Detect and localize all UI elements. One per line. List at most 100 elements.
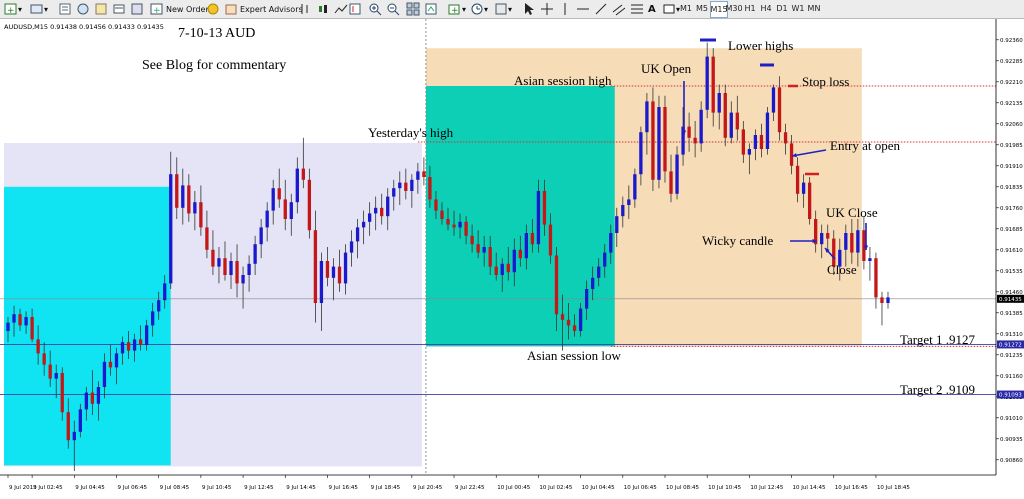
new-order-button[interactable]: + New Order	[150, 1, 209, 17]
lower-highs-label: Lower highs	[728, 38, 793, 53]
line-chart-icon[interactable]	[334, 1, 348, 17]
candle	[657, 95, 661, 189]
price-tick-label: 0.90860	[1000, 458, 1023, 464]
price-tick-label: 0.91760	[1000, 206, 1023, 212]
metaeditor-icon[interactable]	[206, 1, 220, 17]
price-tick-label: 0.90935	[1000, 437, 1023, 443]
time-tick-label: 10 Jul 02:45	[539, 485, 572, 491]
expert-advisors-icon	[225, 4, 237, 15]
candlestick-icon[interactable]	[316, 1, 330, 17]
svg-text:+: +	[7, 6, 15, 16]
data-window-icon[interactable]	[76, 1, 90, 17]
periods-icon[interactable]: ▾	[470, 1, 488, 17]
price-tick-label: 0.92360	[1000, 38, 1023, 44]
time-tick-label: 10 Jul 12:45	[750, 485, 783, 491]
time-tick-label: 10 Jul 16:45	[835, 485, 868, 491]
timeframe-m30-button[interactable]: M30	[725, 1, 742, 16]
price-tick-label: 0.91235	[1000, 353, 1023, 359]
new-order-icon: +	[150, 3, 163, 16]
time-tick-label: 10 Jul 18:45	[877, 485, 910, 491]
price-tick-label: 0.91985	[1000, 143, 1023, 149]
price-tick-label: 0.92060	[1000, 122, 1023, 128]
time-tick-label: 9 Jul 10:45	[202, 485, 232, 491]
uk-close-label: UK Close	[826, 205, 878, 220]
candle	[663, 95, 667, 183]
channel-icon[interactable]	[612, 1, 626, 17]
bar-chart-icon[interactable]	[298, 1, 312, 17]
price-tick-label: 0.91610	[1000, 248, 1023, 254]
timeframe-w1-button[interactable]: W1	[790, 1, 806, 16]
uk-open-label: UK Open	[641, 61, 692, 76]
price-tick-label: 0.91310	[1000, 332, 1023, 338]
target1-price-label: 0.91272	[999, 342, 1022, 348]
zoom-in-icon[interactable]	[368, 1, 382, 17]
time-tick-label: 9 Jul 16:45	[328, 485, 358, 491]
zoom-out-icon[interactable]	[386, 1, 400, 17]
price-tick-label: 0.92135	[1000, 101, 1023, 107]
price-tick-label: 0.91910	[1000, 164, 1023, 170]
price-tick-label: 0.91160	[1000, 374, 1023, 380]
timeframe-d1-button[interactable]: D1	[774, 1, 790, 16]
new-chart-icon[interactable]: + ▾	[4, 1, 22, 17]
target2-price-label: 0.91093	[999, 393, 1022, 399]
price-tick-label: 0.91535	[1000, 269, 1023, 275]
time-tick-label: 10 Jul 14:45	[793, 485, 826, 491]
candle	[651, 87, 655, 191]
timeframe-h4-button[interactable]: H4	[758, 1, 774, 16]
time-tick-label: 9 Jul 06:45	[117, 485, 147, 491]
time-tick-label: 10 Jul 04:45	[582, 485, 615, 491]
price-tick-label: 0.92285	[1000, 59, 1023, 65]
price-tick-label: 0.91010	[1000, 416, 1023, 422]
time-tick-label: 9 Jul 02:45	[33, 485, 63, 491]
date-title: 7-10-13 AUD	[178, 26, 255, 41]
price-tick-label: 0.92210	[1000, 80, 1023, 86]
price-tick-label: 0.91835	[1000, 185, 1023, 191]
strategy-tester-icon[interactable]	[130, 1, 144, 17]
timeframe-mn-button[interactable]: MN	[806, 1, 822, 16]
asian-session-low-label: Asian session low	[527, 348, 622, 363]
svg-text:+: +	[153, 6, 161, 16]
price-tick-label: 0.91385	[1000, 311, 1023, 317]
cursor-icon[interactable]	[522, 1, 536, 17]
time-tick-label: 9 Jul 20:45	[413, 485, 443, 491]
crosshair-icon[interactable]	[540, 1, 554, 17]
close-label: Close	[827, 262, 857, 277]
timeframe-h1-button[interactable]: H1	[742, 1, 758, 16]
templates-icon[interactable]: ▾	[494, 1, 512, 17]
time-tick-label: 9 Jul 12:45	[244, 485, 274, 491]
target1-label: Target 1 .9127	[900, 332, 976, 347]
time-tick-label: 9 Jul 04:45	[75, 485, 105, 491]
time-tick-label: 10 Jul 10:45	[708, 485, 741, 491]
timeframe-m1-button[interactable]: M1	[678, 1, 694, 16]
chart-window[interactable]: 0.92360 0.92285 0.92210 0.92135 0.92060 0.919…	[0, 19, 1024, 495]
entry-at-open-label: Entry at open	[830, 138, 901, 153]
asian-session-high-label: Asian session high	[514, 73, 612, 88]
trendline-icon[interactable]	[594, 1, 608, 17]
terminal-icon[interactable]	[112, 1, 126, 17]
time-tick-label: 10 Jul 06:45	[624, 485, 657, 491]
profiles-icon[interactable]: ▾	[30, 1, 48, 17]
fibonacci-icon[interactable]	[630, 1, 644, 17]
wicky-candle-label: Wicky candle	[702, 233, 774, 248]
chart-shift-icon[interactable]	[348, 1, 362, 17]
time-tick-label: 9 Jul 14:45	[286, 485, 316, 491]
auto-scroll-icon[interactable]	[424, 1, 438, 17]
market-watch-icon[interactable]	[58, 1, 72, 17]
time-tick-label: 9 Jul 22:45	[455, 485, 485, 491]
yesterdays-high-label: Yesterday's high	[368, 125, 454, 140]
symbol-info: AUDUSD,M15 0.91438 0.91456 0.91433 0.914…	[4, 23, 164, 31]
expert-advisors-button[interactable]: Expert Advisors	[224, 1, 303, 17]
time-tick-label: 10 Jul 00:45	[497, 485, 530, 491]
horizontal-line-icon[interactable]	[576, 1, 590, 17]
time-tick-label: 9 Jul 08:45	[160, 485, 190, 491]
indicators-icon[interactable]: + ▾	[448, 1, 466, 17]
navigator-icon[interactable]	[94, 1, 108, 17]
target2-label: Target 2 .9109	[900, 382, 975, 397]
current-price-label: 0.91435	[999, 297, 1022, 303]
tile-windows-icon[interactable]	[406, 1, 420, 17]
svg-text:+: +	[451, 6, 459, 16]
vertical-line-icon[interactable]	[558, 1, 572, 17]
timeframe-m5-button[interactable]: M5	[694, 1, 710, 16]
text-tool-icon[interactable]: A	[648, 1, 656, 17]
toolbar: + ▾ ▾ + New Order Expert Advisors + ▾ ▾ ▾ A…	[0, 0, 1024, 19]
